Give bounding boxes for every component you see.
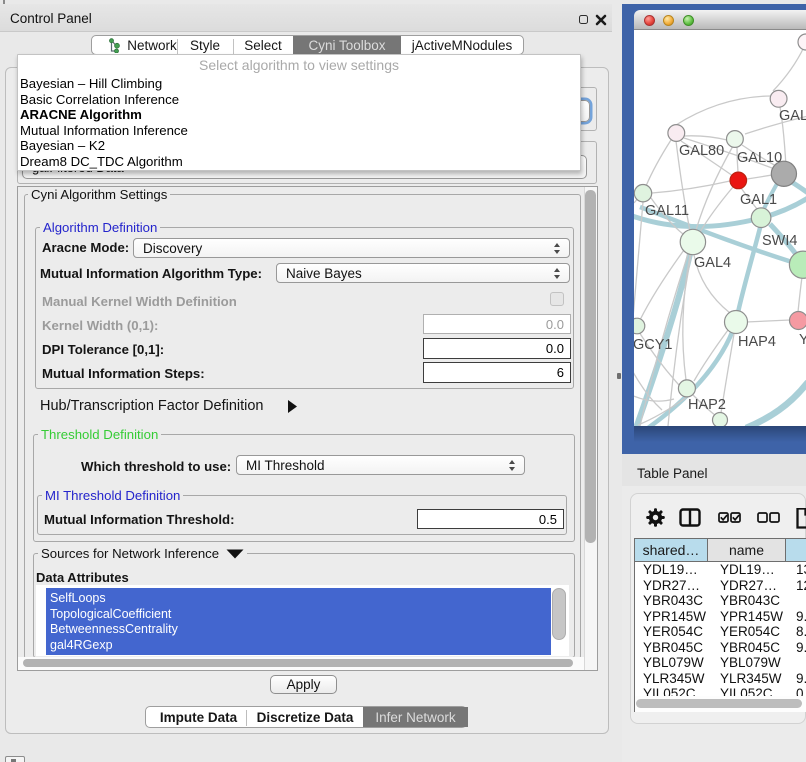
svg-text:GAL1: GAL1 [740,192,777,208]
svg-text:HAP2: HAP2 [688,397,726,413]
svg-text:HAP4: HAP4 [738,334,776,350]
svg-text:GAL10: GAL10 [737,150,782,166]
svg-text:YE: YE [799,332,806,348]
svg-text:SWI4: SWI4 [762,233,797,249]
svg-text:GCY1: GCY1 [634,337,673,353]
svg-text:GAL80: GAL80 [679,143,724,159]
svg-text:GAL7: GAL7 [779,108,806,124]
svg-text:GAL11: GAL11 [645,203,689,219]
svg-text:GAL4: GAL4 [694,255,731,271]
